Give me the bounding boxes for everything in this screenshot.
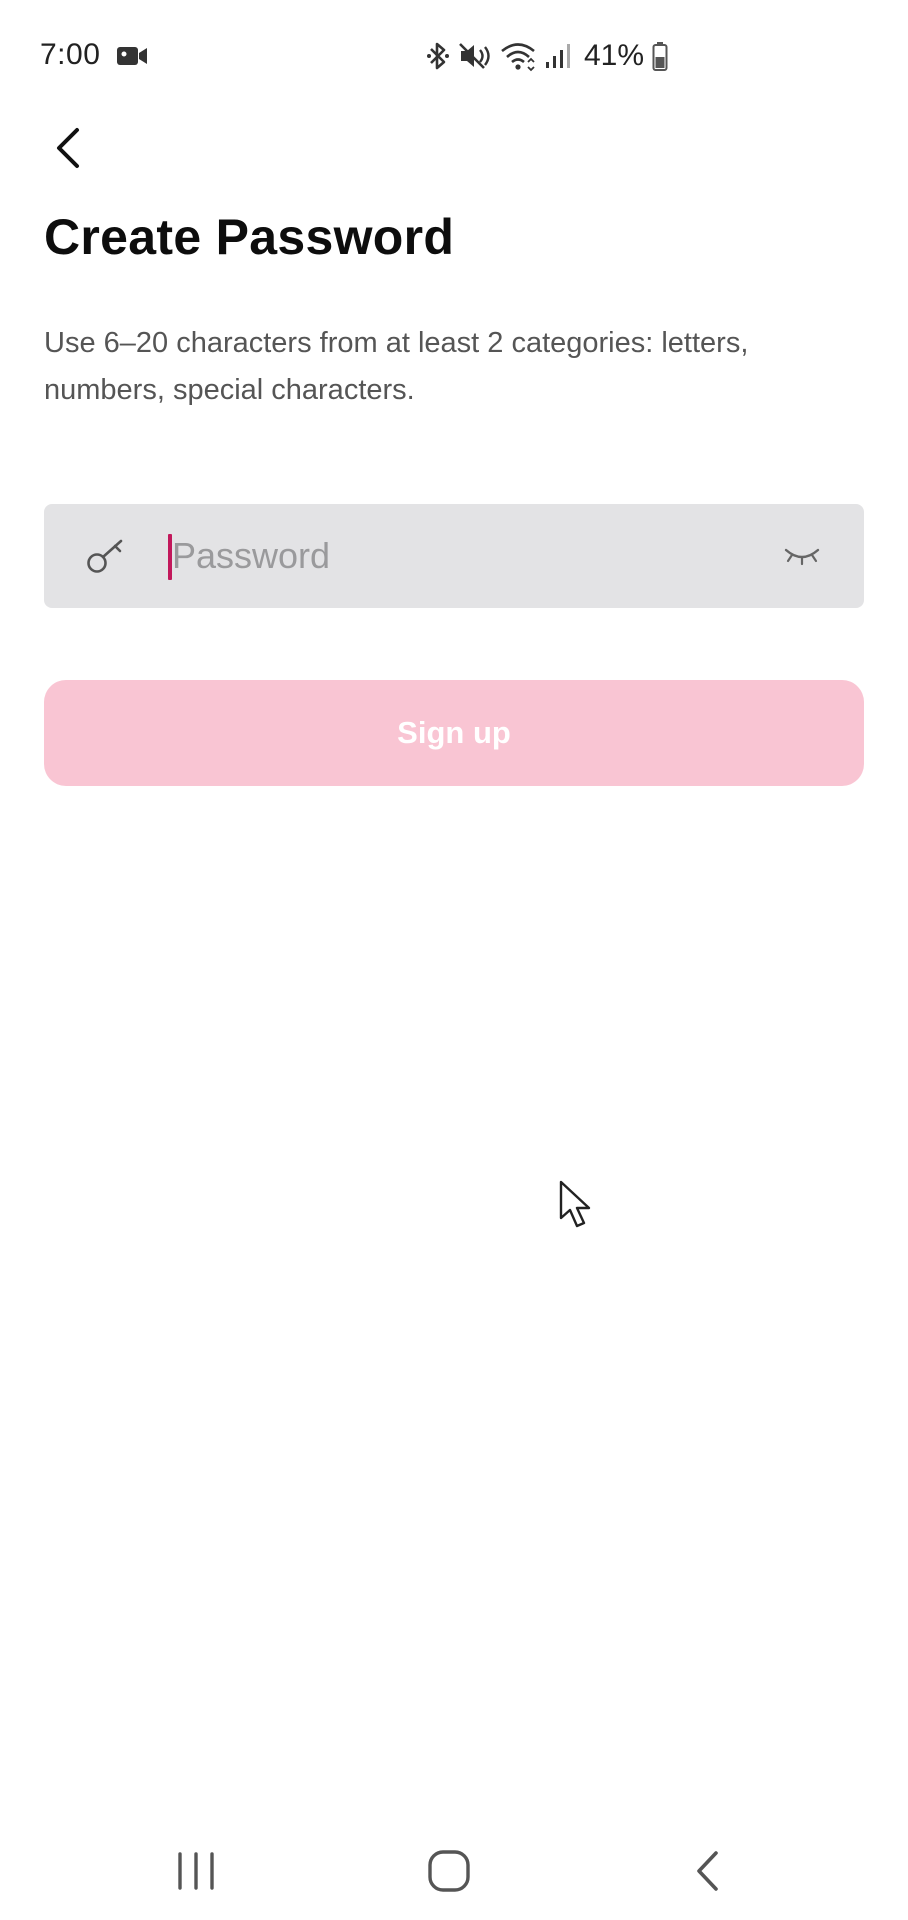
bluetooth-icon bbox=[427, 42, 449, 70]
home-icon[interactable] bbox=[426, 1848, 472, 1894]
status-icons: 41% bbox=[426, 38, 668, 74]
wifi-icon bbox=[501, 43, 535, 72]
nav-back-icon[interactable] bbox=[688, 1848, 728, 1894]
sign-up-button[interactable]: Sign up bbox=[44, 680, 864, 786]
page-title: Create Password bbox=[44, 209, 455, 265]
back-button[interactable] bbox=[44, 120, 92, 176]
video-icon bbox=[117, 47, 147, 65]
status-time: 7:00 bbox=[40, 38, 101, 71]
status-bar: 7:00 41% bbox=[0, 0, 908, 110]
navigation-bar bbox=[0, 1820, 908, 1920]
password-input[interactable] bbox=[168, 524, 772, 588]
eye-closed-icon[interactable] bbox=[782, 540, 822, 572]
back-arrow-icon bbox=[57, 128, 79, 168]
mute-icon bbox=[459, 43, 490, 69]
battery-percent: 41% bbox=[584, 39, 645, 72]
mouse-pointer-icon bbox=[559, 1180, 591, 1228]
battery-icon bbox=[652, 42, 668, 71]
key-icon bbox=[87, 539, 123, 573]
password-requirements: Use 6–20 characters from at least 2 cate… bbox=[44, 327, 749, 406]
signal-icon bbox=[546, 44, 570, 68]
recents-icon[interactable] bbox=[174, 1850, 218, 1892]
password-field[interactable] bbox=[44, 504, 864, 608]
